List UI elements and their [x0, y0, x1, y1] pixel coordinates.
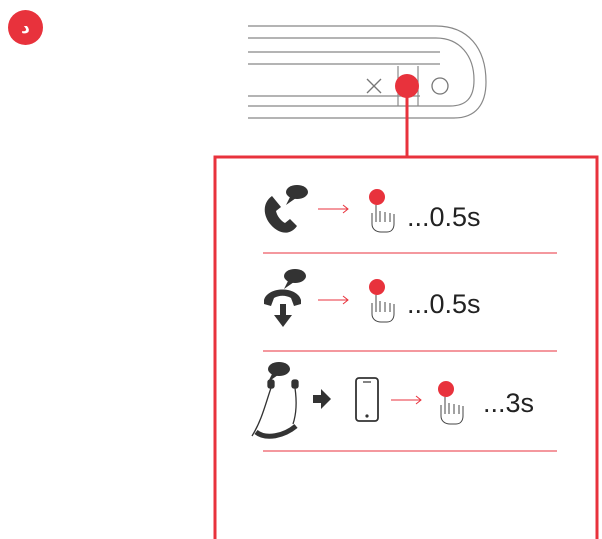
callout-frame	[213, 92, 599, 539]
row-dividers	[263, 252, 557, 452]
phone-answer-icon	[264, 196, 297, 233]
tap-finger-icon	[369, 279, 395, 323]
close-x-icon	[366, 78, 382, 94]
duration-end: ...0.5s	[407, 289, 481, 319]
device-illustration	[248, 25, 487, 119]
speech-bubble-icon	[284, 269, 306, 289]
arrow-right-icon	[391, 395, 422, 405]
row-end-call: ...0.5s	[264, 269, 481, 327]
instruction-diagram: ...0.5s ...0.5s ...3s	[213, 25, 599, 539]
arrow-right-icon	[318, 295, 349, 305]
row-answer-call: ...0.5s	[264, 185, 481, 233]
smartphone-icon	[355, 377, 379, 422]
duration-voice-assistant: ...3s	[483, 388, 534, 418]
tap-finger-icon	[438, 381, 464, 425]
phone-hangup-icon	[264, 289, 301, 327]
neckband-earphones-icon	[251, 379, 299, 439]
tap-finger-icon	[369, 189, 395, 233]
speech-bubble-icon	[286, 185, 308, 205]
row-voice-assistant: ...3s	[251, 362, 534, 439]
arrow-right-icon	[318, 204, 349, 214]
device-round-button[interactable]	[431, 77, 449, 95]
duration-answer: ...0.5s	[407, 202, 481, 232]
small-arrow-icon	[313, 389, 331, 409]
speech-bubble-icon	[268, 362, 290, 382]
